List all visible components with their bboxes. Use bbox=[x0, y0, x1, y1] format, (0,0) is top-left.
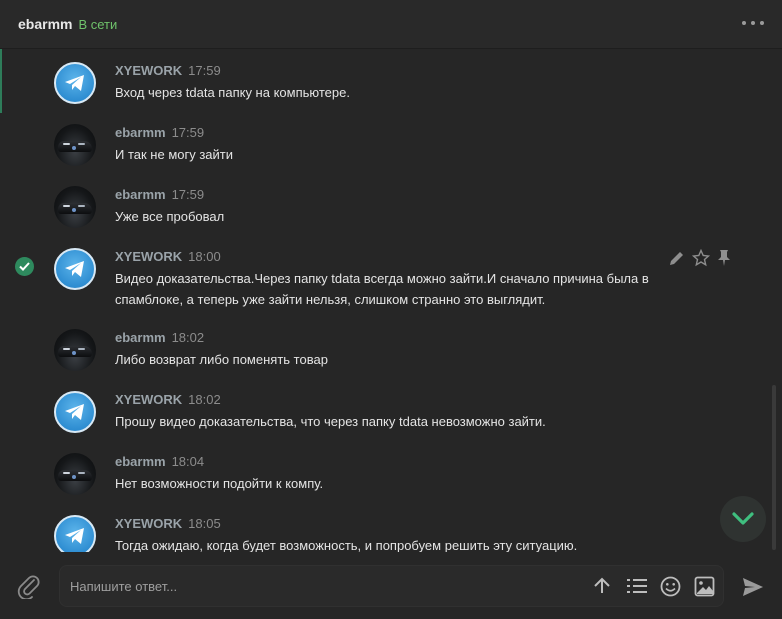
message-author[interactable]: XYEWORK bbox=[115, 516, 182, 531]
selected-check-icon[interactable] bbox=[15, 257, 34, 276]
more-dots-icon[interactable] bbox=[742, 12, 764, 34]
message-input-placeholder: Напишите ответ... bbox=[70, 579, 178, 594]
pencil-icon[interactable] bbox=[668, 249, 686, 267]
message-author[interactable]: XYEWORK bbox=[115, 63, 182, 78]
online-status: В сети bbox=[78, 16, 118, 32]
composer: Напишите ответ... bbox=[0, 552, 782, 619]
emoji-icon[interactable] bbox=[660, 576, 681, 597]
message-list[interactable]: XYEWORK 17:59 Вход через tdata папку на к… bbox=[0, 49, 782, 552]
message-actions bbox=[668, 249, 732, 267]
send-icon[interactable] bbox=[742, 577, 764, 597]
message-input[interactable]: Напишите ответ... bbox=[59, 565, 724, 607]
telegram-logo-icon bbox=[65, 75, 84, 91]
avatar[interactable] bbox=[54, 186, 96, 228]
unread-marker bbox=[0, 49, 2, 113]
paperclip-icon[interactable] bbox=[17, 573, 41, 599]
message-author[interactable]: ebarmm bbox=[115, 454, 166, 469]
message-author[interactable]: ebarmm bbox=[115, 330, 166, 345]
avatar[interactable] bbox=[54, 124, 96, 166]
scrollbar[interactable] bbox=[772, 385, 776, 550]
message-text: Прошу видео доказательства, что через па… bbox=[115, 414, 546, 429]
avatar[interactable] bbox=[54, 62, 96, 104]
message-text: Вход через tdata папку на компьютере. bbox=[115, 85, 350, 100]
avatar[interactable] bbox=[54, 453, 96, 495]
message-text: Либо возврат либо поменять товар bbox=[115, 352, 328, 367]
image-icon[interactable] bbox=[694, 576, 715, 597]
message-text: Уже все пробовал bbox=[115, 209, 225, 224]
message-text: Видео доказательства.Через папку tdata в… bbox=[115, 271, 649, 307]
arrow-up-icon[interactable] bbox=[592, 576, 612, 596]
message-time: 18:04 bbox=[171, 454, 205, 469]
telegram-logo-icon bbox=[65, 404, 84, 420]
telegram-logo-icon bbox=[65, 261, 84, 277]
contact-name[interactable]: ebarmm bbox=[18, 16, 72, 32]
message-text: Тогда ожидаю, когда будет возможность, и… bbox=[115, 538, 578, 552]
message-author[interactable]: ebarmm bbox=[115, 187, 166, 202]
avatar[interactable] bbox=[54, 391, 96, 433]
message-time: 17:59 bbox=[171, 187, 205, 202]
message-time: 18:02 bbox=[188, 392, 221, 407]
list-icon[interactable] bbox=[626, 576, 648, 596]
avatar[interactable] bbox=[54, 248, 96, 290]
chevron-down-icon bbox=[732, 512, 754, 525]
message-time: 17:59 bbox=[171, 125, 205, 140]
star-icon[interactable] bbox=[692, 249, 710, 267]
message-time: 17:59 bbox=[188, 63, 221, 78]
message-text: И так не могу зайти bbox=[115, 147, 234, 162]
message-author[interactable]: XYEWORK bbox=[115, 249, 182, 264]
message-author[interactable]: ebarmm bbox=[115, 125, 166, 140]
message-time: 18:02 bbox=[171, 330, 205, 345]
message-time: 18:05 bbox=[188, 516, 221, 531]
scroll-down-button[interactable] bbox=[720, 496, 766, 542]
avatar[interactable] bbox=[54, 329, 96, 371]
message-text: Нет возможности подойти к компу. bbox=[115, 476, 324, 491]
avatar[interactable] bbox=[54, 515, 96, 552]
telegram-logo-icon bbox=[65, 528, 84, 544]
message-author[interactable]: XYEWORK bbox=[115, 392, 182, 407]
pin-icon[interactable] bbox=[716, 249, 732, 267]
message-time: 18:00 bbox=[188, 249, 221, 264]
chat-header: ebarmm В сети bbox=[0, 0, 782, 48]
